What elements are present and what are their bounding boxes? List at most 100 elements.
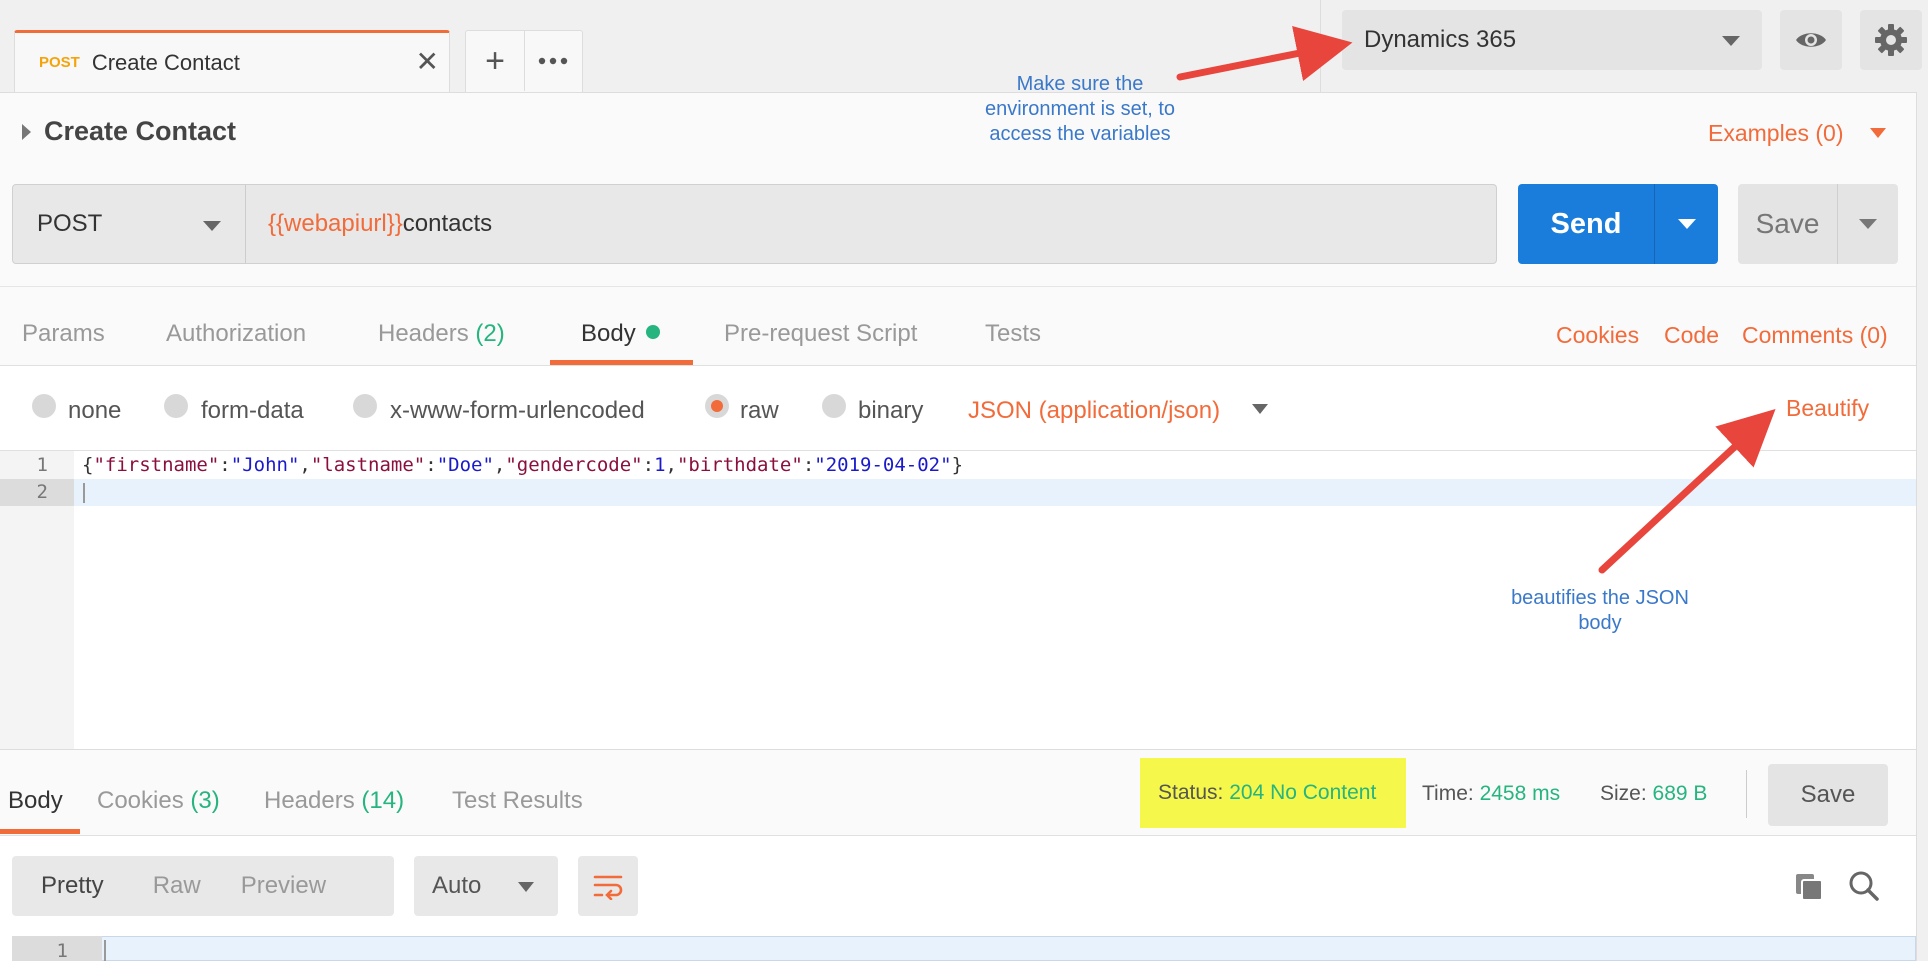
json-value: 1 [654,454,666,476]
response-tab-cookies[interactable]: Cookies (3) [97,787,220,815]
response-tab-test-results[interactable]: Test Results [452,787,583,815]
more-icon[interactable] [523,31,582,91]
tab-title: Create Contact [91,49,240,75]
radio-binary[interactable] [822,394,846,418]
send-button-group: Send [1518,184,1718,264]
tab-body[interactable]: Body [581,320,660,348]
divider [1746,770,1747,818]
response-tab-headers[interactable]: Headers (14) [264,787,404,815]
status-badge: Status: 204 No Content [1140,758,1406,828]
tab-body-label: Body [581,320,636,347]
status-dot-icon [645,325,660,339]
response-tab-body[interactable]: Body [8,787,63,815]
chevron-down-icon [518,882,534,892]
code-link[interactable]: Code [1664,322,1719,349]
json-key: "birthdate" [676,454,803,476]
chevron-down-icon[interactable] [1870,128,1886,138]
search-icon[interactable] [1848,870,1880,907]
request-title-row [0,92,1928,172]
content-type-select[interactable]: JSON (application/json) [968,397,1220,425]
comments-link[interactable]: Comments (0) [1742,322,1888,349]
text-cursor [83,483,85,503]
radio-raw-label: raw [740,397,779,424]
request-title[interactable]: Create Contact [44,116,236,147]
response-headers-count: (14) [361,787,405,814]
radio-none-label: none [68,397,122,424]
radio-urlencoded-label: x-www-form-urlencoded [390,397,645,424]
environment-select[interactable]: Dynamics 365 [1342,10,1762,70]
response-tab-cookies-label: Cookies [97,787,184,814]
response-body-editor[interactable] [12,936,1916,961]
method-select[interactable]: POST [12,184,246,264]
eye-icon[interactable] [1780,10,1842,70]
cookies-link[interactable]: Cookies [1556,322,1639,349]
copy-icon[interactable] [1794,872,1824,907]
send-button[interactable]: Send [1518,184,1655,264]
beautify-link[interactable]: Beautify [1786,395,1869,422]
radio-urlencoded[interactable] [353,394,377,418]
json-value: "Doe" [436,454,494,476]
tab-headers-label: Headers [378,320,469,347]
radio-raw[interactable] [705,394,729,418]
active-line-highlight [74,479,1916,506]
json-value: "2019-04-02" [814,454,952,476]
save-response-button[interactable]: Save [1768,764,1888,826]
json-key: "gendercode" [505,454,643,476]
request-tab[interactable]: POST Create Contact ✕ [14,30,450,92]
chevron-down-icon[interactable] [1252,404,1268,414]
code-brace: { [82,454,94,476]
tab-method-badge: POST [39,54,80,71]
vertical-scrollbar[interactable] [1916,92,1928,961]
method-value: POST [37,210,103,237]
json-key: "lastname" [310,454,426,476]
save-button-group: Save [1738,184,1898,264]
code-brace: } [951,454,964,476]
format-value: Auto [432,872,482,899]
radio-none[interactable] [32,394,56,418]
gear-icon[interactable] [1860,10,1922,70]
save-options-button[interactable] [1838,184,1898,264]
plus-icon[interactable]: + [466,31,524,91]
radio-form-data[interactable] [164,394,188,418]
send-options-button[interactable] [1655,184,1718,264]
active-tab-indicator [0,829,80,834]
tab-params[interactable]: Params [22,320,105,348]
time-label: Time: [1422,782,1474,805]
caret-right-icon[interactable] [22,124,31,140]
text-cursor [104,940,106,961]
json-key: "firstname" [93,454,220,476]
size-label: Size: [1600,782,1647,805]
tab-headers[interactable]: Headers (2) [378,320,505,348]
tab-tests[interactable]: Tests [985,320,1041,348]
tab-prerequest-script[interactable]: Pre-request Script [724,320,917,348]
time-value: 2458 ms [1479,782,1561,805]
active-tab-indicator [550,360,693,365]
status-label: Status: [1158,781,1224,804]
format-select[interactable]: Auto [414,856,558,916]
environment-selected: Dynamics 365 [1364,26,1517,53]
examples-dropdown[interactable]: Examples (0) [1708,120,1843,147]
chevron-down-icon [1722,36,1740,46]
cookies-count: (3) [190,787,220,814]
beautify-annotation: beautifies the JSON body [1511,587,1689,634]
view-mode-group: Pretty Raw Preview [12,856,394,916]
line-number: 1 [36,454,48,476]
chevron-down-icon [1677,219,1696,229]
wrap-lines-icon[interactable] [578,856,638,916]
line-number: 1 [56,940,68,961]
url-path: contacts [402,210,493,237]
url-variable: {{webapiurl}} [268,210,403,237]
save-button[interactable]: Save [1738,184,1838,264]
view-raw-button[interactable]: Raw [133,872,221,900]
tab-actions: + [465,30,583,92]
view-preview-button[interactable]: Preview [221,872,346,900]
close-icon[interactable]: ✕ [416,48,439,76]
environment-annotation: Make sure the environment is set, to acc… [984,73,1176,145]
headers-count: (2) [475,320,505,347]
chevron-down-icon [1859,219,1877,229]
view-pretty-button[interactable]: Pretty [12,872,133,900]
status-value: 204 No Content [1229,781,1377,804]
tab-authorization[interactable]: Authorization [166,320,306,348]
code-line: {"firstname":"John","lastname":"Doe","ge… [82,454,964,476]
url-input[interactable]: {{webapiurl}} contacts [245,184,1497,264]
